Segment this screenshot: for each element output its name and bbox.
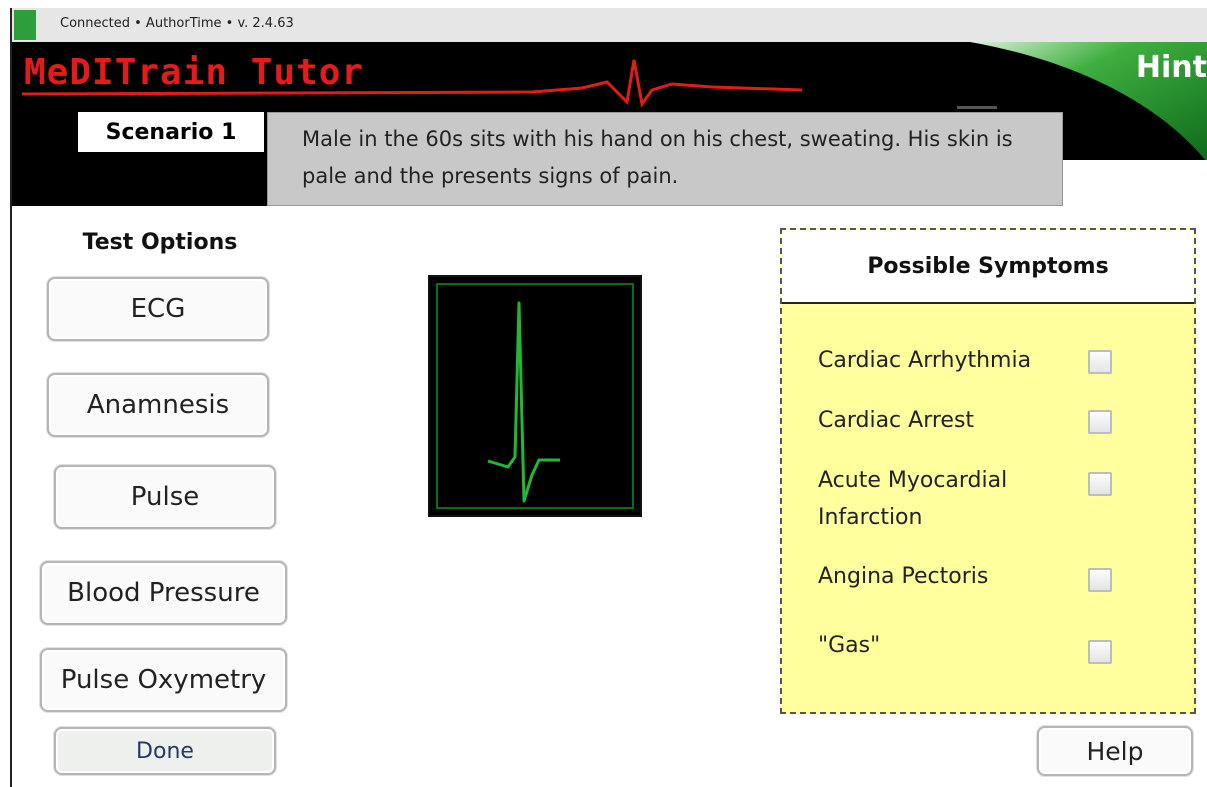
status-text: Connected • AuthorTime • v. 2.4.63: [60, 16, 294, 31]
scenario-label: Scenario 1: [78, 112, 264, 152]
done-button[interactable]: Done: [54, 727, 276, 775]
checkbox-cardiac-arrhythmia[interactable]: [1088, 350, 1112, 374]
scenario-description: Male in the 60s sits with his hand on hi…: [267, 112, 1063, 206]
test-options-heading: Test Options: [82, 230, 238, 255]
symptom-label-acute-myocardial-infarction: Acute Myocardial Infarction: [818, 468, 1008, 530]
symptom-label-angina-pectoris: Angina Pectoris: [818, 564, 989, 589]
pulse-oxymetry-button[interactable]: Pulse Oxymetry: [40, 648, 287, 712]
title-ecg-trace-icon: [21, 59, 803, 108]
hint-button[interactable]: Hint: [1136, 50, 1207, 85]
ecg-waveform-icon: [487, 301, 560, 503]
ecg-monitor: [428, 275, 642, 517]
possible-symptoms-panel: Possible Symptoms Cardiac Arrhythmia Car…: [780, 228, 1196, 714]
status-bar: Connected • AuthorTime • v. 2.4.63: [12, 8, 1207, 43]
checkbox-acute-myocardial-infarction[interactable]: [1088, 472, 1112, 496]
possible-symptoms-heading: Possible Symptoms: [782, 230, 1194, 304]
blood-pressure-button[interactable]: Blood Pressure: [40, 561, 287, 625]
checkbox-cardiac-arrest[interactable]: [1088, 410, 1112, 434]
anamnesis-button[interactable]: Anamnesis: [47, 373, 269, 437]
checkbox-angina-pectoris[interactable]: [1088, 568, 1112, 592]
symptom-label-gas: "Gas": [818, 633, 881, 658]
checkbox-gas[interactable]: [1088, 640, 1112, 664]
symptom-label-cardiac-arrhythmia: Cardiac Arrhythmia: [818, 348, 1032, 373]
app-header: MeDITrain Tutor Hint Scenario 1 Male in …: [12, 42, 1207, 206]
pulse-button[interactable]: Pulse: [54, 465, 276, 529]
ecg-button[interactable]: ECG: [47, 277, 269, 341]
symptom-label-cardiac-arrest: Cardiac Arrest: [818, 408, 975, 433]
help-button[interactable]: Help: [1037, 726, 1193, 776]
connection-led-icon: [14, 10, 36, 40]
